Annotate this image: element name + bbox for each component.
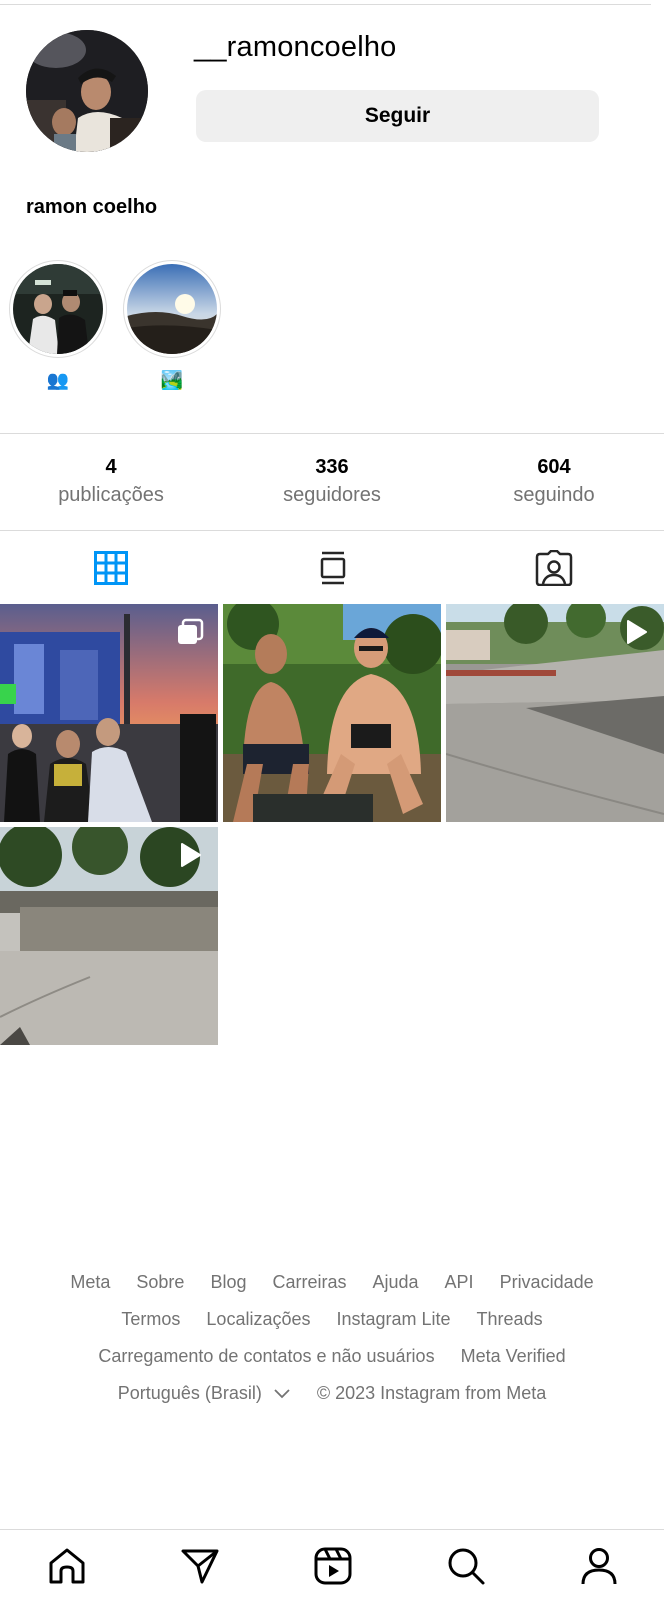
- followers-count[interactable]: 336 seguidores: [232, 454, 432, 508]
- stats-bottom-divider: [0, 530, 664, 531]
- language-selector[interactable]: Português (Brasil): [118, 1383, 291, 1404]
- footer-link-ajuda[interactable]: Ajuda: [373, 1272, 419, 1293]
- followers-count-value: 336: [315, 456, 349, 478]
- play-icon: [181, 843, 201, 867]
- highlight-label: 👥: [46, 370, 70, 390]
- highlight-label: 🏞️: [160, 370, 184, 390]
- tagged-icon: [535, 550, 573, 586]
- follow-button[interactable]: Seguir: [196, 90, 599, 142]
- following-count[interactable]: 604 seguindo: [454, 454, 654, 508]
- play-icon: [627, 620, 647, 644]
- posts-count-value: 4: [105, 456, 117, 478]
- home-icon: [49, 1548, 85, 1584]
- direct-icon: [181, 1549, 219, 1584]
- profile-avatar[interactable]: [26, 30, 148, 152]
- reels-icon: [314, 1547, 352, 1585]
- grid-icon: [94, 551, 128, 585]
- profile-full-name: ramon coelho: [26, 196, 158, 218]
- profile-username: __ramoncoelho: [194, 31, 397, 63]
- footer-link-instagram-lite[interactable]: Instagram Lite: [336, 1309, 450, 1330]
- carousel-icon: [178, 618, 204, 644]
- posts-count-label: publicações: [58, 484, 164, 506]
- nav-profile[interactable]: [577, 1544, 621, 1588]
- footer-link-localizacoes[interactable]: Localizações: [206, 1309, 310, 1330]
- search-icon: [448, 1548, 485, 1585]
- footer-row-2: Termos Localizações Instagram Lite Threa…: [0, 1301, 664, 1338]
- following-count-label: seguindo: [513, 484, 595, 506]
- footer: Meta Sobre Blog Carreiras Ajuda API Priv…: [0, 1264, 664, 1412]
- following-count-value: 604: [537, 456, 571, 478]
- stats-top-divider: [0, 433, 664, 434]
- copyright-text: © 2023 Instagram from Meta: [316, 1383, 547, 1403]
- highlight-cover-image: [13, 264, 103, 354]
- story-highlight-1[interactable]: 👥: [9, 260, 107, 394]
- footer-link-blog[interactable]: Blog: [210, 1272, 246, 1293]
- tab-posts-grid[interactable]: [91, 548, 131, 588]
- footer-link-threads[interactable]: Threads: [477, 1309, 543, 1330]
- footer-row-3: Carregamento de contatos e não usuários …: [0, 1338, 664, 1375]
- highlight-cover-image: [127, 264, 217, 354]
- nav-direct[interactable]: [178, 1544, 222, 1588]
- tab-tagged[interactable]: [534, 548, 574, 588]
- footer-link-carreiras[interactable]: Carreiras: [272, 1272, 346, 1293]
- footer-link-api[interactable]: API: [445, 1272, 474, 1293]
- top-divider: [0, 4, 651, 5]
- footer-link-termos[interactable]: Termos: [121, 1309, 180, 1330]
- nav-reels[interactable]: [311, 1544, 355, 1588]
- footer-link-contact-uploading[interactable]: Carregamento de contatos e não usuários: [98, 1346, 434, 1367]
- post-thumbnail-1[interactable]: [0, 604, 218, 822]
- nav-home[interactable]: [45, 1544, 89, 1588]
- post-thumbnail-3[interactable]: [446, 604, 664, 822]
- footer-link-meta-verified[interactable]: Meta Verified: [461, 1346, 566, 1367]
- footer-row-4: Português (Brasil) © 2023 Instagram from…: [0, 1375, 664, 1412]
- followers-count-label: seguidores: [283, 484, 381, 506]
- footer-row-1: Meta Sobre Blog Carreiras Ajuda API Priv…: [0, 1264, 664, 1301]
- tab-feed[interactable]: [313, 548, 353, 588]
- post-thumbnail-4[interactable]: [0, 827, 218, 1045]
- language-selector-label: Português (Brasil): [117, 1383, 262, 1403]
- story-highlight-2[interactable]: 🏞️: [123, 260, 221, 394]
- profile-icon: [581, 1548, 617, 1585]
- highlight-ring: [123, 260, 221, 358]
- nav-search[interactable]: [444, 1544, 488, 1588]
- highlight-ring: [9, 260, 107, 358]
- bottom-navigation-bar: [0, 1529, 664, 1600]
- feed-icon: [320, 551, 346, 585]
- chevron-down-icon: [274, 1389, 290, 1399]
- footer-link-meta[interactable]: Meta: [70, 1272, 110, 1293]
- posts-count: 4 publicações: [11, 454, 211, 508]
- footer-link-sobre[interactable]: Sobre: [136, 1272, 184, 1293]
- post-thumbnail-2[interactable]: [223, 604, 441, 822]
- footer-link-privacidade[interactable]: Privacidade: [500, 1272, 594, 1293]
